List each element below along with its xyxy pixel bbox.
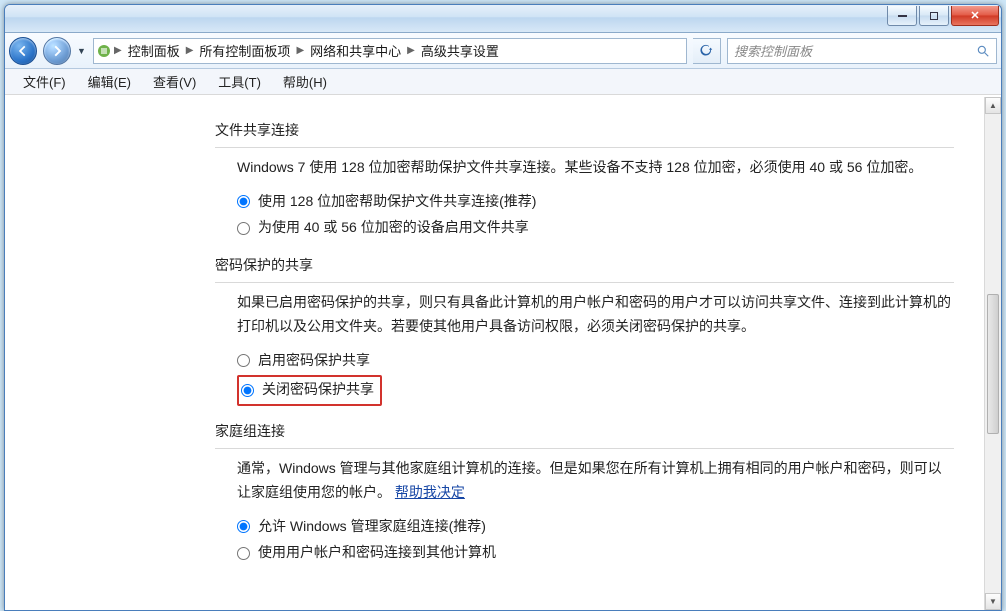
- password-options: 启用密码保护共享 关闭密码保护共享: [215, 349, 954, 407]
- scroll-thumb[interactable]: [987, 294, 999, 434]
- scroll-up-button[interactable]: ▲: [985, 97, 1001, 114]
- menu-help[interactable]: 帮助(H): [273, 69, 337, 94]
- file-sharing-desc: Windows 7 使用 128 位加密帮助保护文件共享连接。某些设备不支持 1…: [215, 156, 954, 180]
- content-wrap: 文件共享连接 Windows 7 使用 128 位加密帮助保护文件共享连接。某些…: [5, 97, 1001, 610]
- scroll-down-button[interactable]: ▼: [985, 593, 1001, 610]
- back-button[interactable]: [9, 37, 37, 65]
- section-title-file-sharing: 文件共享连接: [215, 119, 954, 143]
- breadcrumb-network-center[interactable]: 网络和共享中心: [306, 39, 405, 63]
- navbar: ▼ ▶ 控制面板 ▶ 所有控制面板项 ▶ 网络和共享中心 ▶ 高级共享设置 搜索…: [5, 33, 1001, 69]
- menu-view[interactable]: 查看(V): [143, 69, 206, 94]
- radio-use-account-label: 使用用户帐户和密码连接到其他计算机: [258, 541, 496, 565]
- help-me-decide-link[interactable]: 帮助我决定: [395, 484, 465, 500]
- radio-windows-manage[interactable]: 允许 Windows 管理家庭组连接(推荐): [237, 515, 954, 539]
- radio-enable-password-input[interactable]: [237, 354, 250, 367]
- breadcrumb-sep: ▶: [294, 45, 306, 56]
- explorer-window: ✕ ▼ ▶ 控制面板 ▶ 所有控制面板项 ▶ 网络和共享中心 ▶ 高级共享设置: [4, 4, 1002, 611]
- radio-disable-password[interactable]: 关闭密码保护共享: [241, 378, 374, 402]
- radio-128bit-label: 使用 128 位加密帮助保护文件共享连接(推荐): [258, 190, 536, 214]
- homegroup-options: 允许 Windows 管理家庭组连接(推荐) 使用用户帐户和密码连接到其他计算机: [215, 515, 954, 566]
- breadcrumb-sep: ▶: [112, 45, 124, 56]
- close-icon: ✕: [970, 9, 979, 22]
- breadcrumb-all-items[interactable]: 所有控制面板项: [195, 39, 294, 63]
- radio-disable-password-input[interactable]: [241, 384, 254, 397]
- radio-40-56bit-input[interactable]: [237, 222, 250, 235]
- radio-use-account[interactable]: 使用用户帐户和密码连接到其他计算机: [237, 541, 954, 565]
- search-placeholder: 搜索控制面板: [734, 41, 812, 60]
- close-button[interactable]: ✕: [951, 6, 999, 26]
- scroll-track[interactable]: [985, 114, 1001, 593]
- radio-enable-password-label: 启用密码保护共享: [258, 349, 370, 373]
- radio-128bit[interactable]: 使用 128 位加密帮助保护文件共享连接(推荐): [237, 190, 954, 214]
- file-sharing-options: 使用 128 位加密帮助保护文件共享连接(推荐) 为使用 40 或 56 位加密…: [215, 190, 954, 241]
- breadcrumb-sep: ▶: [405, 45, 417, 56]
- section-divider: [215, 448, 954, 449]
- menubar: 文件(F) 编辑(E) 查看(V) 工具(T) 帮助(H): [5, 69, 1001, 95]
- breadcrumb-control-panel[interactable]: 控制面板: [124, 39, 184, 63]
- window-controls: ✕: [887, 5, 999, 26]
- minimize-button[interactable]: [887, 6, 917, 26]
- radio-windows-manage-label: 允许 Windows 管理家庭组连接(推荐): [258, 515, 486, 539]
- maximize-button[interactable]: [919, 6, 949, 26]
- left-gutter: [5, 97, 205, 610]
- radio-enable-password[interactable]: 启用密码保护共享: [237, 349, 954, 373]
- homegroup-desc: 通常，Windows 管理与其他家庭组计算机的连接。但是如果您在所有计算机上拥有…: [215, 457, 954, 505]
- breadcrumb-sep: ▶: [184, 45, 196, 56]
- radio-128bit-input[interactable]: [237, 195, 250, 208]
- forward-arrow-icon: [50, 44, 64, 58]
- highlighted-option: 关闭密码保护共享: [237, 375, 382, 406]
- minimize-icon: [898, 15, 907, 17]
- section-divider: [215, 147, 954, 148]
- back-arrow-icon: [16, 44, 30, 58]
- menu-tools[interactable]: 工具(T): [208, 69, 271, 94]
- section-divider: [215, 282, 954, 283]
- breadcrumb-advanced-sharing[interactable]: 高级共享设置: [417, 39, 503, 63]
- homegroup-desc-text: 通常，Windows 管理与其他家庭组计算机的连接。但是如果您在所有计算机上拥有…: [237, 460, 942, 500]
- history-dropdown[interactable]: ▼: [77, 46, 87, 56]
- radio-use-account-input[interactable]: [237, 547, 250, 560]
- search-input[interactable]: 搜索控制面板: [727, 38, 997, 64]
- refresh-icon: [700, 44, 714, 58]
- maximize-icon: [930, 12, 938, 20]
- refresh-button[interactable]: [693, 38, 721, 64]
- content-pane: 文件共享连接 Windows 7 使用 128 位加密帮助保护文件共享连接。某些…: [205, 97, 984, 610]
- titlebar: ✕: [5, 5, 1001, 33]
- vertical-scrollbar[interactable]: ▲ ▼: [984, 97, 1001, 610]
- search-icon: [976, 44, 990, 58]
- menu-edit[interactable]: 编辑(E): [78, 69, 141, 94]
- address-bar[interactable]: ▶ 控制面板 ▶ 所有控制面板项 ▶ 网络和共享中心 ▶ 高级共享设置: [93, 38, 687, 64]
- radio-windows-manage-input[interactable]: [237, 520, 250, 533]
- radio-disable-password-label: 关闭密码保护共享: [262, 378, 374, 402]
- radio-40-56bit-label: 为使用 40 或 56 位加密的设备启用文件共享: [258, 216, 529, 240]
- section-title-homegroup: 家庭组连接: [215, 420, 954, 444]
- password-desc: 如果已启用密码保护的共享，则只有具备此计算机的用户帐户和密码的用户才可以访问共享…: [215, 291, 954, 339]
- menu-file[interactable]: 文件(F): [13, 69, 76, 94]
- radio-40-56bit[interactable]: 为使用 40 或 56 位加密的设备启用文件共享: [237, 216, 954, 240]
- section-title-password: 密码保护的共享: [215, 254, 954, 278]
- forward-button[interactable]: [43, 37, 71, 65]
- control-panel-icon: [96, 43, 112, 59]
